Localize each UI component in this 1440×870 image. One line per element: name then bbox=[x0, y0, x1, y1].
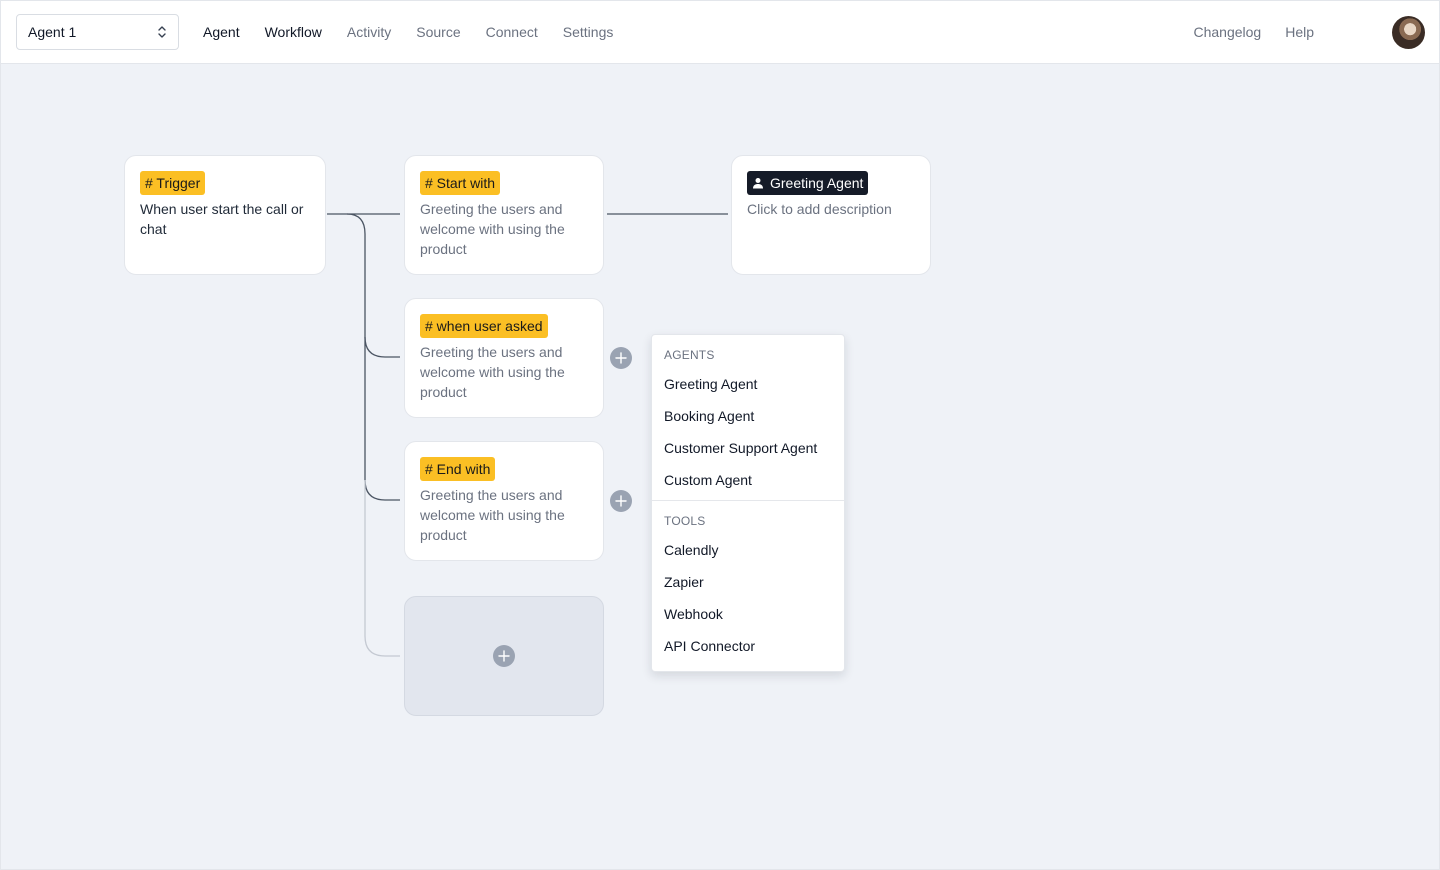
greeting-agent-node[interactable]: Greeting Agent Click to add description bbox=[731, 155, 931, 275]
when-user-asked-node[interactable]: # when user asked Greeting the users and… bbox=[404, 298, 604, 418]
add-node-dropdown: AGENTS Greeting Agent Booking Agent Cust… bbox=[651, 334, 845, 672]
menu-divider bbox=[652, 500, 844, 501]
greeting-agent-description[interactable]: Click to add description bbox=[747, 199, 915, 219]
start-with-description: Greeting the users and welcome with usin… bbox=[420, 201, 565, 257]
menu-item-customer-support-agent[interactable]: Customer Support Agent bbox=[652, 432, 844, 464]
end-with-description: Greeting the users and welcome with usin… bbox=[420, 487, 565, 543]
app-frame: Agent 1 Agent Workflow Activity Source C… bbox=[0, 0, 1440, 870]
menu-item-booking-agent[interactable]: Booking Agent bbox=[652, 400, 844, 432]
menu-item-custom-agent[interactable]: Custom Agent bbox=[652, 464, 844, 496]
trigger-description: When user start the call or chat bbox=[140, 201, 304, 237]
end-with-tag: # End with bbox=[420, 457, 496, 481]
menu-item-webhook[interactable]: Webhook bbox=[652, 598, 844, 630]
end-with-node[interactable]: # End with Greeting the users and welcom… bbox=[404, 441, 604, 561]
start-with-tag: # Start with bbox=[420, 171, 501, 195]
add-step-card[interactable] bbox=[404, 596, 604, 716]
when-user-asked-tag: # when user asked bbox=[420, 314, 548, 338]
tools-section-heading: TOOLS bbox=[664, 514, 706, 528]
add-action-button[interactable] bbox=[610, 347, 632, 369]
greeting-agent-tag-label: Greeting Agent bbox=[770, 175, 864, 191]
trigger-node[interactable]: # Trigger When user start the call or ch… bbox=[124, 155, 326, 275]
menu-item-greeting-agent[interactable]: Greeting Agent bbox=[652, 368, 844, 400]
person-icon bbox=[753, 178, 763, 189]
plus-icon bbox=[615, 495, 627, 507]
add-step-button[interactable] bbox=[493, 645, 515, 667]
when-user-asked-description: Greeting the users and welcome with usin… bbox=[420, 344, 565, 400]
plus-icon bbox=[615, 352, 627, 364]
plus-icon bbox=[498, 650, 510, 662]
add-action-button[interactable] bbox=[610, 490, 632, 512]
trigger-tag: # Trigger bbox=[140, 171, 206, 195]
greeting-agent-tag: Greeting Agent bbox=[747, 171, 869, 195]
agents-section-heading: AGENTS bbox=[664, 348, 715, 362]
start-with-node[interactable]: # Start with Greeting the users and welc… bbox=[404, 155, 604, 275]
menu-item-calendly[interactable]: Calendly bbox=[652, 534, 844, 566]
menu-item-zapier[interactable]: Zapier bbox=[652, 566, 844, 598]
menu-item-api-connector[interactable]: API Connector bbox=[652, 630, 844, 662]
